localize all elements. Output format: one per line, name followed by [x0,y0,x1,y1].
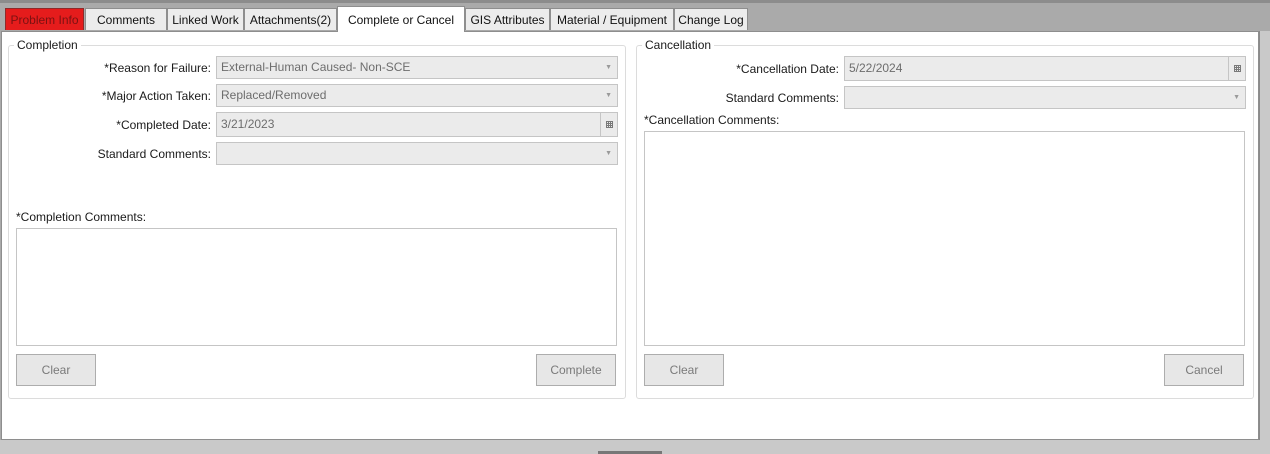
cancellation-comments-textarea[interactable] [644,131,1245,346]
reason-for-failure-value: External-Human Caused- Non-SCE [221,60,411,74]
cancellation-date-picker[interactable]: 5/22/2024 [844,56,1246,81]
reason-for-failure-label: *Reason for Failure: [104,61,211,75]
cancellation-date-value: 5/22/2024 [849,61,903,75]
cancellation-standard-comments-dropdown[interactable]: ▼ [844,86,1246,109]
window-top-strip [0,0,1270,3]
cancellation-date-label: *Cancellation Date: [736,62,839,76]
tab-change-log[interactable]: Change Log [674,8,748,30]
tab-linked-work[interactable]: Linked Work [167,8,244,30]
major-action-dropdown[interactable]: Replaced/Removed ▼ [216,84,618,107]
chevron-down-icon: ▼ [1233,94,1240,101]
calendar-icon[interactable] [600,113,617,136]
cancellation-clear-button[interactable]: Clear [644,354,724,386]
completion-standard-comments-label: Standard Comments: [97,147,211,161]
completion-legend: Completion [17,38,78,52]
tab-problem-info[interactable]: Problem Info [5,8,84,30]
tab-gis-attributes[interactable]: GIS Attributes [465,8,550,30]
tab-attachments[interactable]: Attachments(2) [244,8,337,30]
completion-comments-textarea[interactable] [16,228,617,346]
chevron-down-icon: ▼ [605,92,612,99]
window-right-edge [1259,31,1270,443]
cancellation-standard-comments-label: Standard Comments: [725,91,839,105]
chevron-down-icon: ▼ [605,150,612,157]
tab-material-equipment[interactable]: Material / Equipment [550,8,674,30]
completion-comments-label: *Completion Comments: [16,210,147,224]
major-action-label: *Major Action Taken: [101,89,211,103]
reason-for-failure-dropdown[interactable]: External-Human Caused- Non-SCE ▼ [216,56,618,79]
completed-date-value: 3/21/2023 [221,117,275,131]
complete-button[interactable]: Complete [536,354,616,386]
completed-date-label: *Completed Date: [116,118,211,132]
tab-complete-or-cancel[interactable]: Complete or Cancel [337,6,465,32]
calendar-icon[interactable] [1228,57,1245,80]
completion-clear-button[interactable]: Clear [16,354,96,386]
chevron-down-icon: ▼ [605,64,612,71]
tab-comments[interactable]: Comments [85,8,167,30]
tab-content-panel: Completion *Reason for Failure: External… [1,31,1259,440]
completion-standard-comments-dropdown[interactable]: ▼ [216,142,618,165]
completed-date-picker[interactable]: 3/21/2023 [216,112,618,137]
tab-bar: Problem Info Comments Linked Work Attach… [0,6,1262,32]
cancellation-comments-label: *Cancellation Comments: [644,113,780,127]
cancel-button[interactable]: Cancel [1164,354,1244,386]
cancellation-legend: Cancellation [645,38,712,52]
major-action-value: Replaced/Removed [221,88,327,102]
